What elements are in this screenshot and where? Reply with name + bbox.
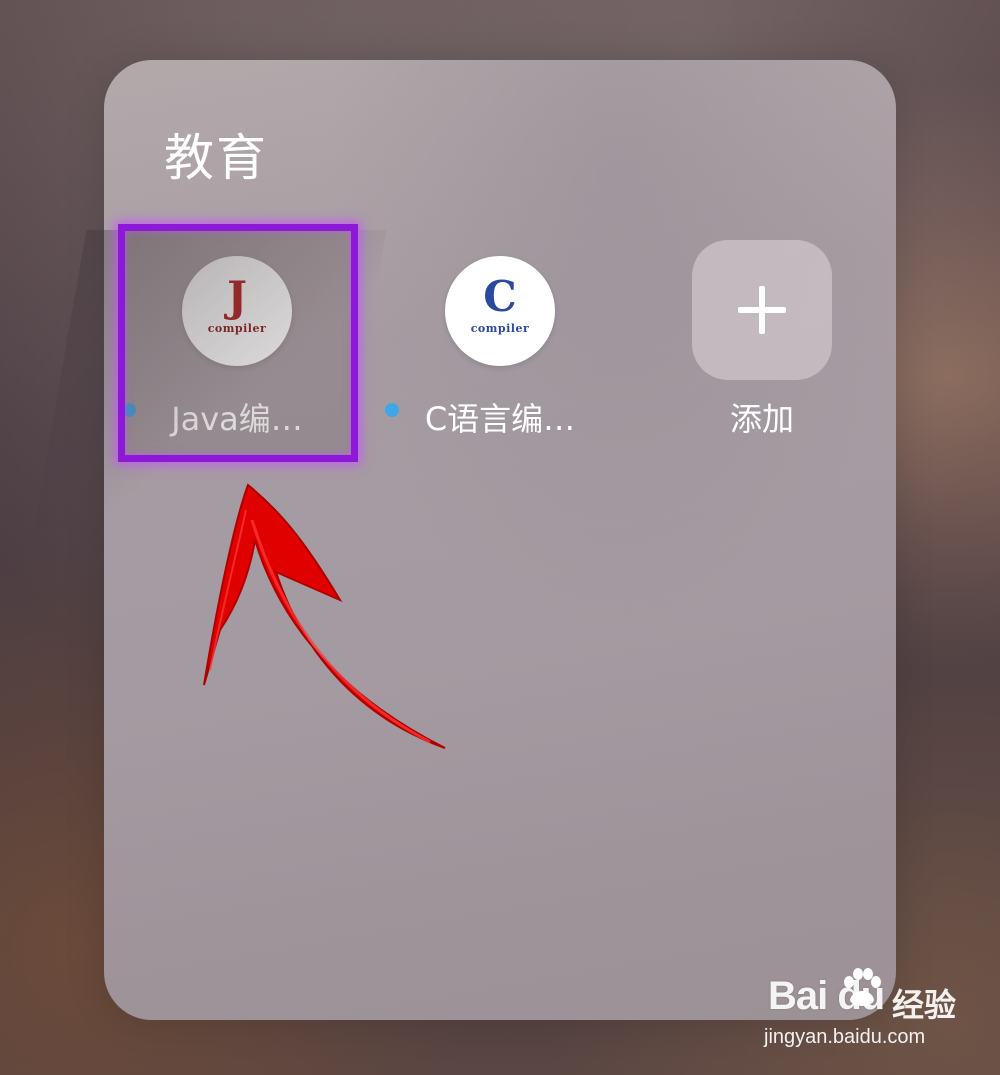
plus-icon (759, 286, 765, 334)
baidu-jingyan-watermark: Bai du 经验 jingyan.baidu.com (760, 960, 990, 1060)
icon-letter: C (483, 272, 517, 321)
icon-subtext: compiler (470, 322, 530, 335)
watermark-cn-text: 经验 (892, 986, 957, 1024)
c-compiler-icon[interactable]: C compiler (445, 256, 555, 366)
app-c-compiler[interactable]: C compiler C语言编… (380, 256, 620, 496)
folder-title[interactable]: 教育 (164, 118, 268, 190)
app-label[interactable]: C语言编… (380, 394, 620, 440)
add-app-cell[interactable]: 添加 (642, 240, 882, 480)
annotation-highlight-box (118, 224, 358, 462)
add-label[interactable]: 添加 (642, 394, 882, 440)
paw-icon (844, 968, 881, 1006)
arrow-shape (203, 483, 446, 749)
annotation-arrow-icon (203, 483, 446, 749)
watermark-url: jingyan.baidu.com (764, 1026, 926, 1048)
add-app-button[interactable] (692, 240, 832, 380)
